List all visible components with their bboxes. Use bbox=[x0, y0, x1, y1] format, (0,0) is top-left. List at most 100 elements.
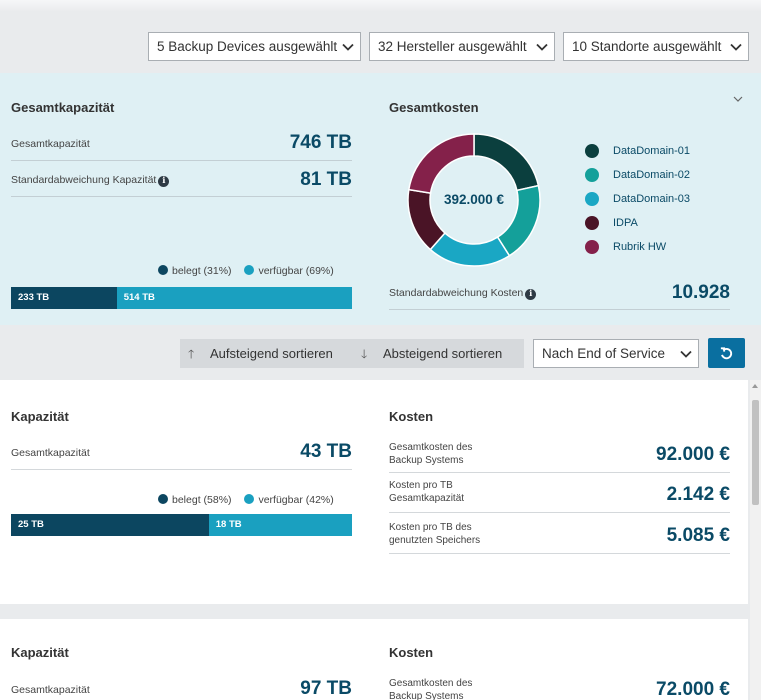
divider bbox=[11, 469, 352, 470]
total-capacity-label: Gesamtkapazität bbox=[11, 138, 90, 150]
legend-free: verfügbar (42%) bbox=[258, 494, 334, 506]
donut-legend: DataDomain-01 DataDomain-02 DataDomain-0… bbox=[585, 143, 690, 263]
capacity-stddev-value: 81 TB bbox=[300, 169, 352, 190]
divider bbox=[389, 309, 730, 310]
summary-panel: Gesamtkapazität Gesamtkapazität 746 TB S… bbox=[0, 73, 761, 325]
divider bbox=[389, 553, 730, 554]
backup-devices-dropdown-label: 5 Backup Devices ausgewählt bbox=[157, 39, 338, 54]
cost-label: Kosten pro TB des genutzten Speichers bbox=[389, 522, 481, 546]
costs-title: Kosten bbox=[389, 645, 434, 660]
used-dot-icon bbox=[158, 494, 168, 504]
legend-item-datadomain-01: DataDomain-01 bbox=[585, 143, 690, 167]
sort-bar: 🡑 Aufsteigend sortieren 🡓 Absteigend sorti… bbox=[0, 325, 761, 380]
legend-item-datadomain-02: DataDomain-02 bbox=[585, 167, 690, 191]
legend-dot-icon bbox=[585, 168, 599, 182]
donut-center-value: 392.000 € bbox=[443, 192, 505, 207]
backup-devices-dropdown[interactable]: 5 Backup Devices ausgewählt bbox=[148, 32, 361, 61]
arrow-down-icon: 🡓 bbox=[361, 347, 368, 361]
total-capacity-value: 97 TB bbox=[300, 678, 352, 699]
capacity-bar-used: 233 TB bbox=[11, 287, 117, 309]
cost-label: Gesamtkosten des Backup Systems bbox=[389, 442, 473, 466]
capacity-stddev-label-text: Standardabweichung Kapazität bbox=[11, 174, 157, 186]
cost-label: Gesamtkosten des Backup Systems bbox=[389, 678, 473, 700]
capacity-legend: belegt (31%) verfügbar (69%) bbox=[158, 265, 334, 277]
capacity-legend: belegt (58%) verfügbar (42%) bbox=[158, 494, 334, 506]
reset-button[interactable] bbox=[708, 338, 745, 368]
donut-segment-rubrik-hw[interactable] bbox=[407, 133, 475, 194]
costs-summary-title: Gesamtkosten bbox=[389, 100, 479, 115]
legend-item-datadomain-03: DataDomain-03 bbox=[585, 191, 690, 215]
sort-button-group: 🡑 Aufsteigend sortieren 🡓 Absteigend sorti… bbox=[180, 339, 524, 368]
legend-item-idpa: IDPA bbox=[585, 215, 690, 239]
scrollbar-thumb[interactable] bbox=[752, 400, 759, 505]
divider bbox=[11, 160, 352, 161]
capacity-bar-free: 18 TB bbox=[208, 514, 352, 536]
legend-label: Rubrik HW bbox=[613, 241, 667, 253]
manufacturers-dropdown-label: 32 Hersteller ausgewählt bbox=[378, 39, 527, 54]
cost-value: 92.000 € bbox=[656, 444, 730, 465]
capacity-bar-used: 25 TB bbox=[11, 514, 209, 536]
chevron-down-icon bbox=[730, 43, 742, 51]
total-capacity-value: 746 TB bbox=[289, 132, 352, 153]
legend-used: belegt (31%) bbox=[172, 265, 232, 277]
capacity-stddev-label: Standardabweichung Kapazität i bbox=[11, 174, 170, 187]
capacity-title: Kapazität bbox=[11, 409, 69, 424]
legend-dot-icon bbox=[585, 192, 599, 206]
divider bbox=[389, 512, 730, 513]
free-dot-icon bbox=[244, 494, 255, 504]
legend-dot-icon bbox=[585, 216, 599, 230]
sort-by-label: Nach End of Service bbox=[542, 346, 666, 361]
cost-stddev-label: Standardabweichung Kosten i bbox=[389, 287, 537, 300]
cost-value: 5.085 € bbox=[666, 525, 730, 546]
capacity-bar: 233 TB 514 TB bbox=[11, 287, 352, 309]
cost-stddev-value: 10.928 bbox=[671, 282, 730, 303]
chevron-down-icon bbox=[536, 43, 548, 51]
legend-label: DataDomain-01 bbox=[613, 145, 691, 157]
sort-descending-label: Absteigend sortieren bbox=[383, 346, 503, 361]
donut-segment-datadomain-01[interactable] bbox=[473, 133, 540, 192]
info-icon[interactable]: i bbox=[158, 176, 170, 187]
capacity-bar: 25 TB 18 TB bbox=[11, 514, 352, 536]
costs-title: Kosten bbox=[389, 409, 434, 424]
legend-dot-icon bbox=[585, 144, 599, 158]
total-capacity-label: Gesamtkapazität bbox=[11, 447, 90, 459]
scroll-up-icon[interactable] bbox=[752, 384, 758, 388]
sort-descending-button[interactable]: 🡓 Absteigend sortieren bbox=[361, 339, 502, 368]
sort-by-dropdown[interactable]: Nach End of Service bbox=[533, 339, 699, 368]
divider bbox=[389, 472, 730, 473]
capacity-summary-title: Gesamtkapazität bbox=[11, 100, 115, 115]
sort-ascending-button[interactable]: 🡑 Aufsteigend sortieren bbox=[188, 339, 333, 368]
capacity-bar-free: 514 TB bbox=[116, 287, 352, 309]
donut-segment-datadomain-03[interactable] bbox=[429, 231, 511, 267]
cost-value: 2.142 € bbox=[666, 484, 730, 505]
cost-value: 72.000 € bbox=[656, 679, 730, 700]
locations-dropdown-label: 10 Standorte ausgewählt bbox=[572, 39, 722, 54]
arrow-up-icon: 🡑 bbox=[188, 347, 195, 361]
device-card: Kapazität Gesamtkapazität 97 TB Kosten G… bbox=[0, 619, 748, 700]
legend-label: IDPA bbox=[613, 217, 638, 229]
chevron-down-icon bbox=[680, 350, 692, 358]
legend-label: DataDomain-03 bbox=[613, 193, 691, 205]
filter-bar: 5 Backup Devices ausgewählt 32 Herstelle… bbox=[0, 0, 761, 73]
total-capacity-label: Gesamtkapazität bbox=[11, 684, 90, 696]
legend-free: verfügbar (69%) bbox=[258, 265, 334, 277]
capacity-title: Kapazität bbox=[11, 645, 69, 660]
info-icon[interactable]: i bbox=[525, 289, 537, 300]
locations-dropdown[interactable]: 10 Standorte ausgewählt bbox=[563, 32, 749, 61]
total-capacity-value: 43 TB bbox=[300, 441, 352, 462]
manufacturers-dropdown[interactable]: 32 Hersteller ausgewählt bbox=[369, 32, 555, 61]
cost-label: Kosten pro TB Gesamtkapazität bbox=[389, 480, 465, 504]
chevron-down-icon[interactable] bbox=[733, 95, 743, 103]
legend-label: DataDomain-02 bbox=[613, 169, 691, 181]
legend-dot-icon bbox=[585, 240, 599, 254]
chevron-down-icon bbox=[342, 43, 354, 51]
device-card: Kapazität Gesamtkapazität 43 TB belegt (… bbox=[0, 380, 748, 604]
used-dot-icon bbox=[158, 265, 168, 275]
divider bbox=[11, 196, 352, 197]
scrollbar[interactable] bbox=[750, 380, 761, 700]
cost-stddev-label-text: Standardabweichung Kosten bbox=[389, 287, 524, 299]
free-dot-icon bbox=[244, 265, 255, 275]
top-strip bbox=[0, 0, 761, 12]
legend-item-rubrik-hw: Rubrik HW bbox=[585, 239, 690, 263]
legend-used: belegt (58%) bbox=[172, 494, 232, 506]
